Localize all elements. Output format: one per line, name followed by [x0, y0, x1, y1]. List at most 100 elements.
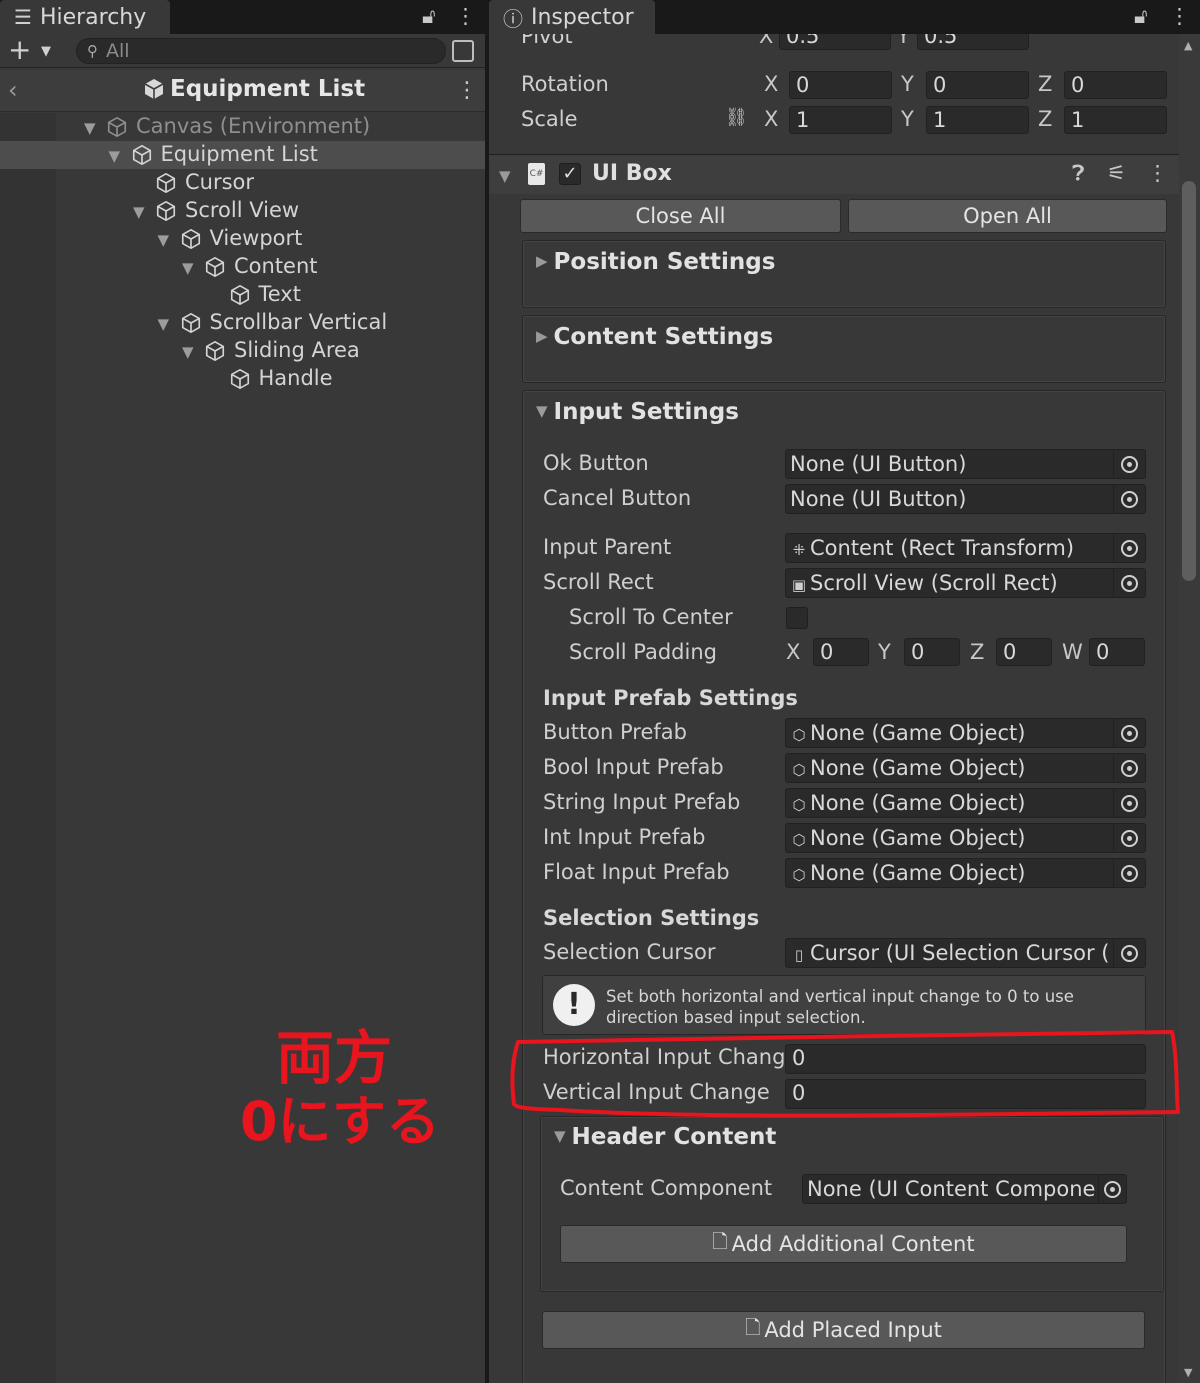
padding-y-field[interactable]: 0 [904, 638, 960, 666]
object-picker-icon[interactable] [1113, 450, 1145, 478]
string-input-prefab-field[interactable]: ⬡ None (Game Object) [785, 788, 1146, 818]
fold-arrow-icon[interactable]: ▼ [158, 315, 170, 333]
hierarchy-item[interactable]: ▼ Scrollbar Vertical [0, 309, 485, 337]
padding-w-field[interactable]: 0 [1089, 638, 1145, 666]
object-picker-icon[interactable] [1113, 939, 1145, 967]
pivot-x-field[interactable]: 0.5 [779, 34, 891, 50]
hierarchy-item[interactable]: Cursor [0, 169, 485, 197]
hierarchy-item[interactable]: ▼ Sliding Area [0, 337, 485, 365]
component-enabled-checkbox[interactable]: ✓ [559, 163, 581, 185]
tab-hierarchy[interactable]: ☰ Hierarchy [0, 0, 170, 34]
object-picker-icon[interactable] [1113, 485, 1145, 513]
object-picker-icon[interactable] [1098, 1175, 1126, 1203]
scale-y-field[interactable]: 1 [926, 106, 1029, 134]
lock-icon[interactable]: 🔓︎ [1134, 4, 1148, 29]
scene-title: Equipment List [142, 76, 365, 102]
fold-down-icon: ▼ [554, 1127, 566, 1145]
add-file-icon: 🗋︎ [745, 1317, 761, 1339]
pivot-y-field[interactable]: 0.5 [917, 34, 1029, 50]
fold-arrow-icon[interactable]: ▼ [182, 343, 194, 361]
scroll-rect-value: Scroll View (Scroll Rect) [810, 571, 1058, 595]
close-all-button[interactable]: Close All [520, 199, 841, 233]
fold-arrow-icon[interactable]: ▼ [182, 259, 194, 277]
button-prefab-field[interactable]: ⬡ None (Game Object) [785, 718, 1146, 748]
presets-icon[interactable]: ⚟ [1107, 161, 1126, 185]
bool-input-prefab-field[interactable]: ⬡ None (Game Object) [785, 753, 1146, 783]
vertical-input-change-field[interactable]: 0 [785, 1079, 1146, 1109]
content-component-field[interactable]: None (UI Content Compone [802, 1174, 1127, 1204]
rotation-z-field[interactable]: 0 [1064, 71, 1167, 99]
fold-arrow-icon[interactable]: ▼ [499, 167, 511, 185]
component-header[interactable]: ▼ C# ✓ UI Box ❓︎ ⚟ ⋮ [489, 154, 1179, 194]
horizontal-input-change-field[interactable]: 0 [785, 1044, 1146, 1074]
object-picker-icon[interactable] [1113, 569, 1145, 597]
float-input-prefab-field[interactable]: ⬡ None (Game Object) [785, 858, 1146, 888]
open-all-button[interactable]: Open All [848, 199, 1167, 233]
add-additional-content-button[interactable]: 🗋︎ Add Additional Content [560, 1225, 1127, 1263]
lock-icon[interactable]: 🔓︎ [422, 4, 436, 29]
kebab-menu-icon[interactable]: ⋮ [1169, 4, 1190, 28]
scroll-to-center-checkbox[interactable] [786, 607, 808, 629]
scroll-down-icon[interactable]: ▼ [1184, 1366, 1192, 1379]
fold-arrow-icon[interactable]: ▼ [133, 203, 145, 221]
constrain-link-icon[interactable]: ⛓ [725, 107, 748, 128]
object-picker-icon[interactable] [1113, 824, 1145, 852]
rotation-x-field[interactable]: 0 [789, 71, 892, 99]
ok-button-field[interactable]: None (UI Button) [785, 449, 1146, 479]
hierarchy-item[interactable]: ▼ Content [0, 253, 485, 281]
hierarchy-item[interactable]: Handle [0, 365, 485, 393]
component-menu-icon[interactable]: ⋮ [1147, 161, 1168, 185]
inspector-body: Pivot X 0.5 Y 0.5 Rotation X 0 Y 0 Z 0 S… [489, 34, 1179, 1383]
scale-x-field[interactable]: 1 [789, 106, 892, 134]
inspector-scrollbar[interactable]: ▲ ▼ [1179, 34, 1200, 1383]
chevron-down-icon[interactable]: ▼ [41, 44, 51, 59]
object-picker-icon[interactable] [1113, 719, 1145, 747]
hierarchy-item-label: Cursor [185, 170, 255, 194]
position-settings-title[interactable]: ▶ Position Settings [536, 249, 775, 275]
scene-menu-icon[interactable]: ⋮ [456, 78, 478, 103]
scene-visibility-icon[interactable] [452, 40, 474, 62]
fold-arrow-icon[interactable]: ▼ [158, 231, 170, 249]
rotation-y-field[interactable]: 0 [926, 71, 1029, 99]
header-content-title[interactable]: ▼ Header Content [554, 1124, 776, 1150]
input-settings-title[interactable]: ▼ Input Settings [536, 399, 739, 425]
object-picker-icon[interactable] [1113, 859, 1145, 887]
pivot-y-axis: Y [897, 34, 910, 48]
hierarchy-search-input[interactable]: ⚲ All [76, 38, 446, 64]
scrollbar-thumb[interactable] [1182, 181, 1196, 581]
add-placed-input-button[interactable]: 🗋︎ Add Placed Input [542, 1311, 1145, 1349]
rotation-y-axis: Y [901, 72, 914, 96]
help-icon[interactable]: ❓︎ [1072, 161, 1085, 186]
script-file-icon: ▯ [794, 946, 804, 964]
input-parent-field[interactable]: ⁜ Content (Rect Transform) [785, 533, 1146, 563]
hierarchy-item[interactable]: ▼ Canvas (Environment) [0, 113, 485, 141]
back-arrow-icon[interactable]: ‹ [8, 76, 18, 104]
fold-arrow-icon[interactable]: ▼ [109, 147, 121, 165]
add-object-icon[interactable]: + [8, 36, 31, 64]
padding-z-field[interactable]: 0 [996, 638, 1052, 666]
button-prefab-label: Button Prefab [543, 720, 687, 744]
scroll-up-icon[interactable]: ▲ [1184, 39, 1192, 52]
fold-arrow-icon[interactable]: ▼ [84, 119, 96, 137]
content-component-value: None (UI Content Compone [807, 1177, 1096, 1201]
int-input-prefab-field[interactable]: ⬡ None (Game Object) [785, 823, 1146, 853]
inspector-tabbar: ⓘ Inspector 🔓︎ ⋮ [489, 0, 1200, 34]
inspector-panel: ⓘ Inspector 🔓︎ ⋮ Pivot X 0.5 Y 0.5 Rotat… [489, 0, 1200, 1383]
hierarchy-item[interactable]: Text [0, 281, 485, 309]
object-picker-icon[interactable] [1113, 789, 1145, 817]
tab-inspector[interactable]: ⓘ Inspector [489, 0, 655, 34]
hierarchy-item[interactable]: ▼ Equipment List [0, 141, 485, 169]
cancel-button-field[interactable]: None (UI Button) [785, 484, 1146, 514]
kebab-menu-icon[interactable]: ⋮ [455, 4, 476, 28]
content-settings-title[interactable]: ▶ Content Settings [536, 324, 773, 350]
hierarchy-item[interactable]: ▼ Scroll View [0, 197, 485, 225]
object-picker-icon[interactable] [1113, 534, 1145, 562]
padding-x-field[interactable]: 0 [813, 638, 869, 666]
object-picker-icon[interactable] [1113, 754, 1145, 782]
button-prefab-value: None (Game Object) [810, 721, 1026, 745]
scroll-padding-label: Scroll Padding [569, 640, 717, 664]
scale-z-field[interactable]: 1 [1064, 106, 1167, 134]
scroll-rect-field[interactable]: ▣ Scroll View (Scroll Rect) [785, 568, 1146, 598]
hierarchy-item[interactable]: ▼ Viewport [0, 225, 485, 253]
selection-cursor-field[interactable]: ▯ Cursor (UI Selection Cursor ( [785, 938, 1146, 968]
